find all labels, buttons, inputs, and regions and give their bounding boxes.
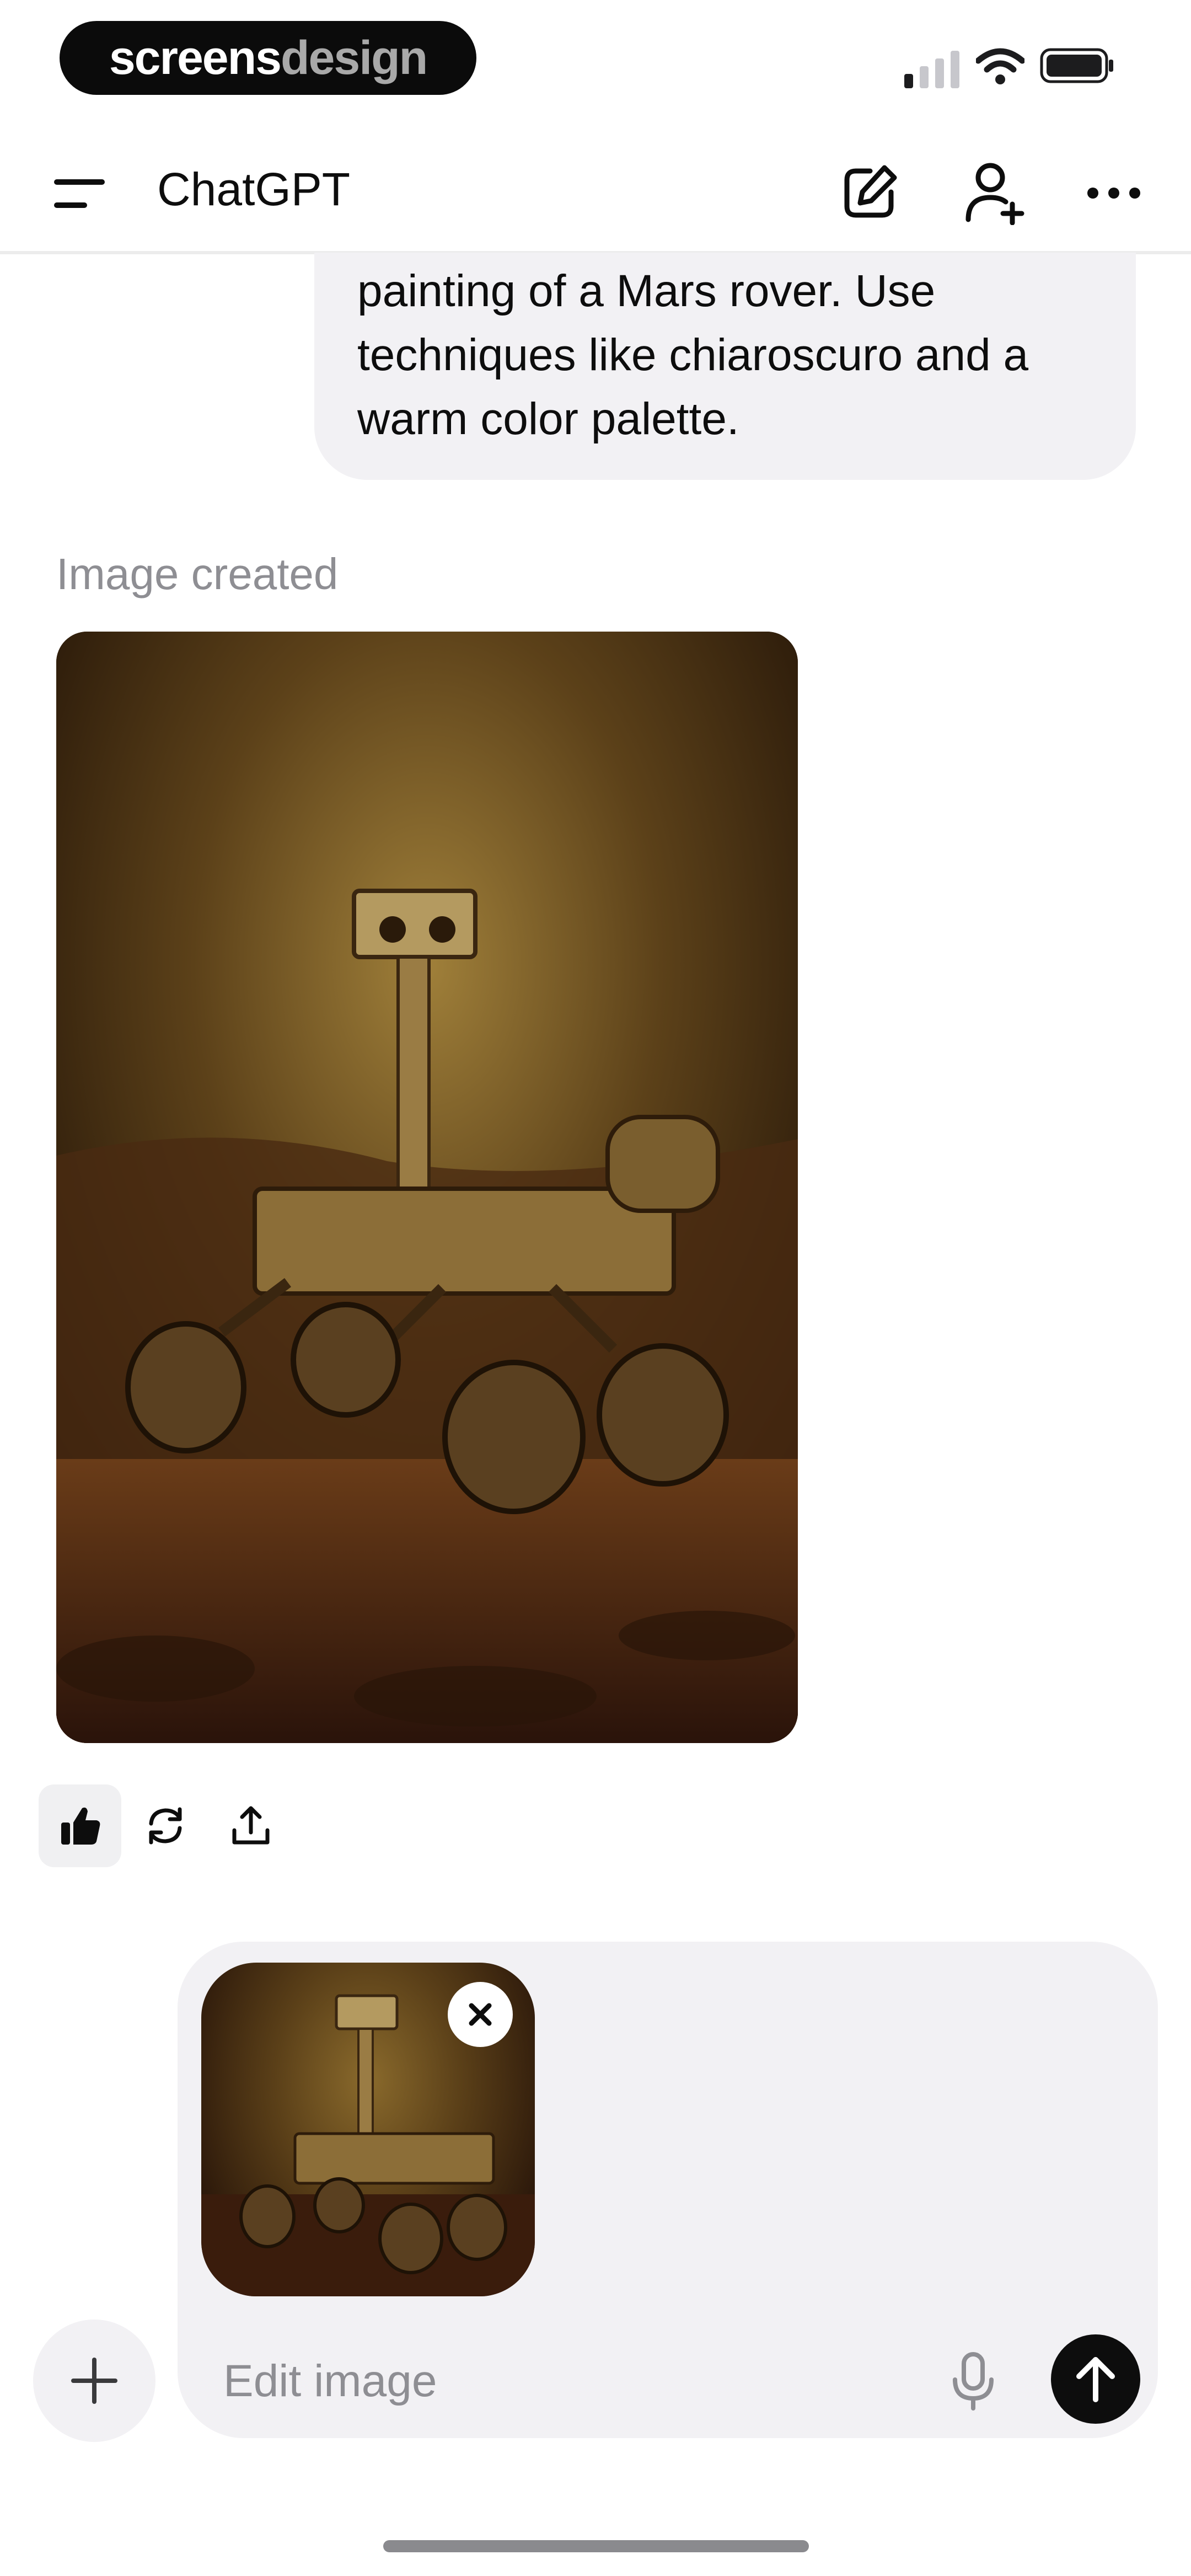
send-button[interactable] xyxy=(1051,2334,1140,2424)
microphone-icon xyxy=(953,2352,994,2411)
edit-image-input[interactable] xyxy=(223,2351,885,2412)
share-icon xyxy=(232,1806,270,1845)
brand-primary-text: screens xyxy=(109,31,282,84)
remove-attachment-button[interactable] xyxy=(448,1982,513,2047)
share-button[interactable] xyxy=(210,1784,292,1867)
app-title: ChatGPT xyxy=(157,163,351,215)
home-indicator[interactable] xyxy=(383,2540,809,2552)
user-message-line: techniques like chiaroscuro and a xyxy=(357,330,1029,380)
plus-icon xyxy=(71,2358,117,2404)
wifi-icon xyxy=(976,48,1024,84)
new-chat-icon[interactable] xyxy=(839,163,899,223)
regenerate-button[interactable] xyxy=(124,1784,207,1867)
add-people-icon[interactable] xyxy=(964,161,1026,225)
close-icon xyxy=(469,2003,492,2026)
user-message-line: painting of a Mars rover. Use xyxy=(357,266,936,316)
brand-secondary-text: design xyxy=(281,31,428,84)
user-message-text: painting of a Mars rover. Use techniques… xyxy=(357,259,1107,451)
send-arrow-icon xyxy=(1076,2357,1115,2402)
generated-image[interactable] xyxy=(56,632,798,1743)
battery-icon xyxy=(1040,48,1113,83)
regenerate-icon xyxy=(149,1807,182,1845)
menu-icon[interactable] xyxy=(52,172,108,216)
header-divider xyxy=(0,251,1191,253)
thumbs-up-button[interactable] xyxy=(39,1784,121,1867)
brand-badge: screens design xyxy=(60,21,476,95)
mars-rover-painting xyxy=(56,632,798,1743)
more-icon[interactable] xyxy=(1086,182,1141,204)
user-message-line: warm color palette. xyxy=(357,394,739,444)
add-attachment-button[interactable] xyxy=(33,2320,155,2442)
thumbs-up-icon xyxy=(61,1807,100,1845)
microphone-button[interactable] xyxy=(943,2349,1004,2414)
image-created-label: Image created xyxy=(56,549,339,598)
cellular-signal-icon xyxy=(904,51,959,88)
